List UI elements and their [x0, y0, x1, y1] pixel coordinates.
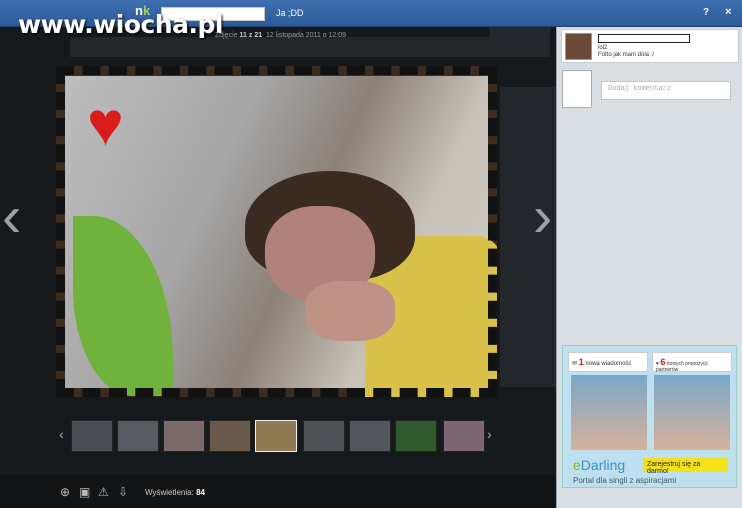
brand-e: e [573, 457, 581, 473]
thumb-prev-icon[interactable]: ‹ [59, 426, 64, 442]
zoom-icon[interactable]: ⊕ [60, 485, 70, 499]
ad-message-text: nowa wiadomość [585, 361, 632, 367]
thumbnail[interactable] [163, 420, 205, 452]
photo-meta: Zdjęcie 11 z 21 12 listopada 2011 o 12:0… [215, 32, 346, 39]
thumbnail[interactable] [395, 420, 437, 452]
album-title: Ja ;DD [276, 8, 304, 18]
thumbnail[interactable] [349, 420, 391, 452]
thumb-next-icon[interactable]: › [487, 426, 492, 442]
comment-text: Fotto jak mam dola ;/ [598, 52, 655, 58]
photo-date: 12 listopada 2011 o 12:09 [266, 32, 347, 39]
background-page-ghost [490, 27, 550, 57]
thumbnail[interactable] [209, 420, 251, 452]
view-counter: Wyświetlenia: 84 [145, 488, 205, 497]
fullscreen-icon[interactable]: ▣ [79, 485, 90, 499]
thumbnail[interactable] [443, 420, 485, 452]
comment-input[interactable]: Dodaj komentarz [601, 81, 731, 100]
ad-couple-photo [654, 375, 730, 450]
thumbnail[interactable] [117, 420, 159, 452]
bottom-toolbar: ⊕ ▣ ⚠ ⇩ Wyświetlenia: 84 [0, 475, 556, 508]
mail-icon: ✉ [572, 361, 579, 367]
views-count: 84 [196, 488, 205, 497]
ad-tagline: Portal dla singli z aspiracjami [573, 476, 677, 485]
comment-author-field [598, 34, 690, 43]
ad-partner-box[interactable]: ♥ 6 nowych propozycji partnerów [652, 352, 732, 373]
background-page-ghost [70, 37, 490, 57]
ad-couple-photo [571, 375, 647, 450]
thumbnail-active[interactable] [255, 420, 297, 452]
main-photo[interactable]: ♥ [56, 66, 497, 397]
chevron-left-icon[interactable]: ‹ [2, 188, 21, 246]
comment-user[interactable]: lol2 [598, 45, 607, 51]
add-comment: Dodaj komentarz [561, 69, 739, 109]
photo-meta-prefix: Zdjęcie [215, 32, 238, 39]
warning-icon[interactable]: ⚠ [98, 485, 109, 499]
thumbnail[interactable] [303, 420, 345, 452]
advert-banner[interactable]: ✉ 1 nowa wiadomość ♥ 6 nowych propozycji… [562, 345, 737, 488]
ad-message-box[interactable]: ✉ 1 nowa wiadomość [568, 352, 648, 372]
views-label: Wyświetlenia: [145, 488, 194, 497]
thumbnail[interactable] [71, 420, 113, 452]
ad-message-count: 1 [578, 357, 584, 367]
brand-rest: Darling [580, 457, 626, 473]
register-button[interactable]: Zarejestruj się za darmo! [643, 458, 728, 475]
photo-position: 11 z 21 [239, 32, 263, 39]
avatar[interactable] [565, 33, 592, 60]
save-photo-icon[interactable]: ⇩ [118, 485, 128, 499]
help-button[interactable]: ? [703, 7, 709, 18]
photo-viewer: nk Ja ;DD ? × www.wiocha.pl Zdjęcie 11 z… [0, 0, 742, 508]
close-button[interactable]: × [725, 6, 731, 18]
site-watermark: www.wiocha.pl [18, 10, 223, 39]
chevron-right-icon[interactable]: › [533, 188, 552, 246]
edarling-logo: eDarling [573, 457, 625, 473]
photo-frame [56, 66, 497, 397]
ad-partner-count: 6 [660, 357, 666, 367]
comment-item: lol2 Fotto jak mam dola ;/ [561, 29, 739, 63]
avatar [562, 70, 592, 108]
